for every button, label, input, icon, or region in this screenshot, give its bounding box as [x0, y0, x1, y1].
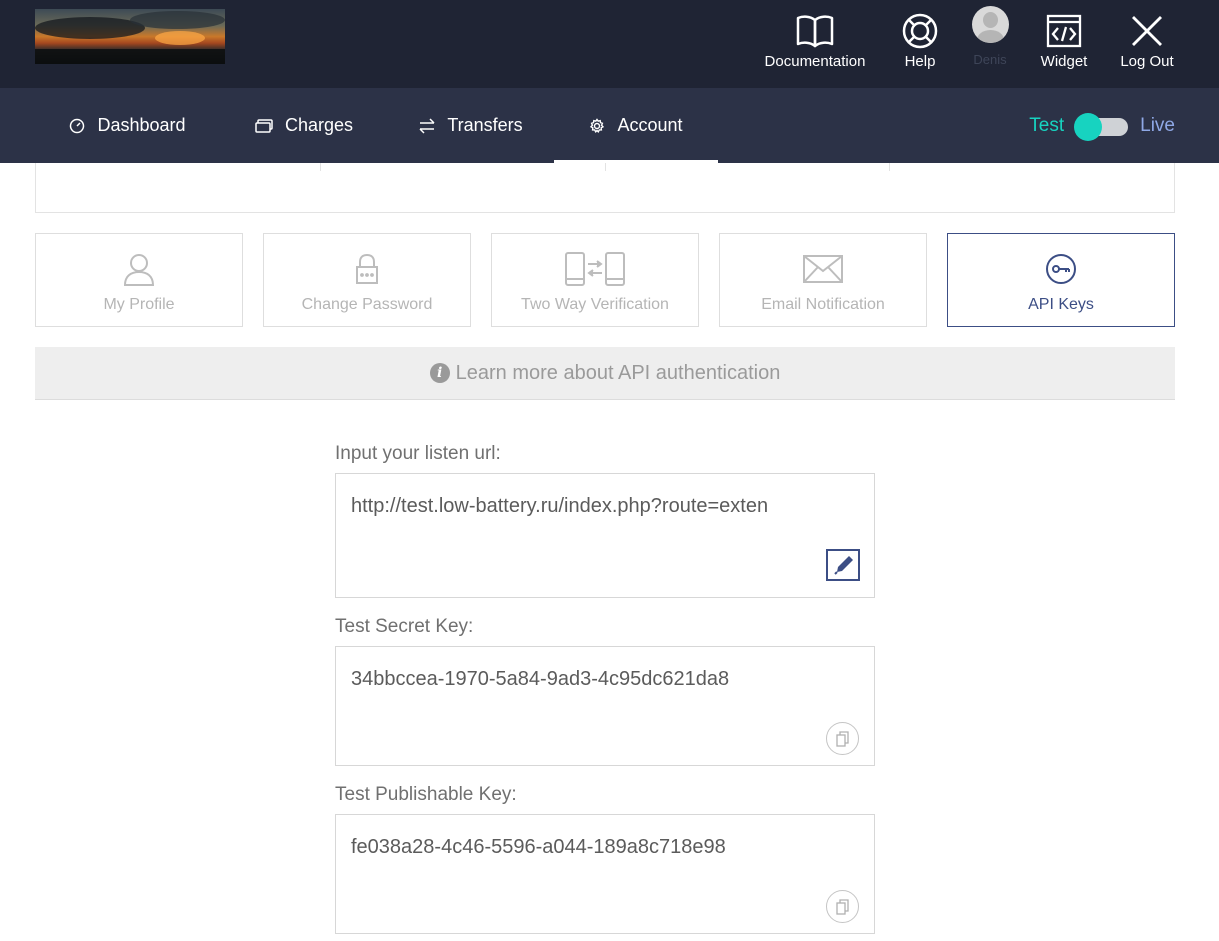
top-header: Documentation Help Denis Widget Log Out	[0, 0, 1219, 88]
lock-icon	[355, 246, 379, 292]
mode-live-label[interactable]: Live	[1140, 115, 1175, 137]
envelope-icon	[803, 246, 843, 292]
tile-my-profile[interactable]: My Profile	[35, 233, 243, 327]
tile-two-way-verification-label: Two Way Verification	[521, 296, 669, 313]
copy-publishable-key-button[interactable]	[826, 890, 859, 923]
info-icon: i	[429, 363, 450, 383]
tab-account-label: Account	[617, 115, 683, 135]
tile-two-way-verification[interactable]: Two Way Verification	[491, 233, 699, 327]
gear-icon	[589, 117, 605, 134]
listen-url-field[interactable]: http://test.low-battery.ru/index.php?rou…	[335, 473, 875, 598]
phones-sync-icon	[565, 246, 625, 292]
nav-documentation-label: Documentation	[764, 53, 866, 70]
secret-key-value[interactable]: 34bbccea-1970-5a84-9ad3-4c95dc621da8	[351, 668, 729, 691]
test-live-switch[interactable]	[1074, 112, 1130, 141]
tab-dashboard-label: Dashboard	[97, 115, 186, 135]
tab-account[interactable]: Account	[554, 88, 718, 163]
listen-url-label: Input your listen url:	[335, 443, 501, 464]
nav-help-label: Help	[904, 53, 936, 70]
nav-logout[interactable]: Log Out	[1114, 0, 1180, 88]
tile-api-keys[interactable]: API Keys	[947, 233, 1175, 327]
mode-test-label[interactable]: Test	[1029, 115, 1064, 137]
book-icon	[795, 10, 835, 52]
edit-url-button[interactable]	[826, 549, 860, 581]
card-icon	[255, 118, 273, 133]
lifebuoy-icon	[901, 10, 939, 52]
main-tabs: Dashboard Charges Transfers Account Test	[0, 88, 1219, 163]
close-icon	[1130, 10, 1164, 52]
nav-logout-label: Log Out	[1120, 53, 1174, 70]
nav-documentation[interactable]: Documentation	[760, 0, 870, 88]
listen-url-value[interactable]: http://test.low-battery.ru/index.php?rou…	[351, 495, 768, 518]
copy-icon	[835, 730, 849, 747]
copy-secret-key-button[interactable]	[826, 722, 859, 755]
publishable-key-field[interactable]: fe038a28-4c46-5596-a044-189a8c718e98	[335, 814, 875, 934]
tab-transfers-label: Transfers	[447, 115, 523, 135]
tile-email-notification[interactable]: Email Notification	[719, 233, 927, 327]
tab-transfers[interactable]: Transfers	[405, 88, 537, 163]
summary-card	[35, 163, 1175, 213]
tab-charges-label: Charges	[284, 115, 354, 135]
tile-change-password-label: Change Password	[301, 296, 433, 313]
logo[interactable]	[35, 9, 225, 64]
swap-arrows-icon	[419, 117, 435, 134]
pencil-icon	[834, 556, 853, 575]
tile-my-profile-label: My Profile	[103, 296, 175, 313]
api-auth-link[interactable]: Learn more about API authentication	[456, 362, 781, 385]
tab-charges[interactable]: Charges	[240, 88, 368, 163]
nav-help[interactable]: Help	[895, 0, 945, 88]
publishable-key-value[interactable]: fe038a28-4c46-5596-a044-189a8c718e98	[351, 836, 726, 859]
tile-api-keys-label: API Keys	[1028, 296, 1094, 313]
copy-icon	[835, 898, 849, 915]
publishable-key-label: Test Publishable Key:	[335, 784, 517, 805]
mode-toggle: Test Live	[1029, 88, 1175, 163]
secret-key-label: Test Secret Key:	[335, 616, 474, 637]
user-icon	[122, 246, 156, 292]
key-icon	[1045, 246, 1077, 292]
code-window-icon	[1046, 10, 1082, 52]
user-name: Denis	[973, 52, 1007, 67]
gauge-icon	[69, 118, 85, 134]
secret-key-field[interactable]: 34bbccea-1970-5a84-9ad3-4c95dc621da8	[335, 646, 875, 766]
nav-widget[interactable]: Widget	[1035, 0, 1093, 88]
nav-user[interactable]: Denis	[965, 0, 1015, 88]
tile-change-password[interactable]: Change Password	[263, 233, 471, 327]
tile-email-notification-label: Email Notification	[761, 296, 885, 313]
api-auth-info-bar[interactable]: i Learn more about API authentication	[35, 347, 1175, 400]
avatar[interactable]	[971, 6, 1009, 43]
nav-widget-label: Widget	[1040, 53, 1088, 70]
tab-dashboard[interactable]: Dashboard	[50, 88, 205, 163]
